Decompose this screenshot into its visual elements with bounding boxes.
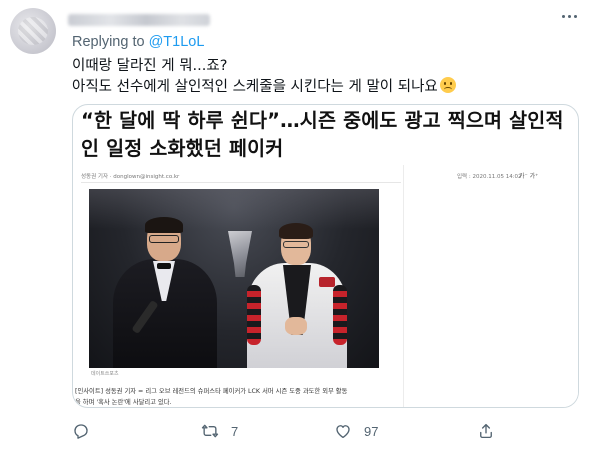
more-options-icon[interactable] [555, 6, 583, 26]
article-body-line-2: 을 하며 '혹사 논란'에 사달리고 있다. [75, 399, 172, 406]
tweet-actions: 7 97 [72, 420, 512, 442]
person-left-figure [109, 217, 219, 368]
like-button[interactable]: 97 [334, 420, 378, 442]
blurred-author-name[interactable] [68, 14, 210, 26]
reply-icon [74, 424, 88, 439]
article-divider [81, 182, 401, 183]
reply-button[interactable] [72, 420, 102, 442]
article-date: 입력 : 2020.11.05 14:02 [457, 174, 522, 180]
person-right-figure [239, 223, 359, 368]
photo-caption: 데이트쓰포츠 [91, 371, 119, 377]
heart-icon [336, 425, 350, 439]
article-photo [89, 189, 379, 368]
replying-to: Replying to @T1LoL [72, 34, 204, 50]
replying-prefix: Replying to [72, 34, 145, 50]
article-headline: “한 달에 딱 하루 쉰다”…시즌 중에도 광고 찍으며 살인적인 일정 소화했… [81, 109, 564, 160]
retweet-count: 7 [231, 423, 239, 439]
article-byline: 성동권 기자 · donglown@insight.co.kr [81, 174, 180, 180]
tweet-text-line-1: 이때랑 달라진 게 뭐...죠? [72, 58, 228, 74]
tweet-text-line-2: 아직도 선수에게 살인적인 스케줄을 시킨다는 게 말이 되나요 [72, 75, 456, 96]
replying-handle-link[interactable]: @T1LoL [149, 34, 205, 50]
frowning-face-icon [439, 77, 456, 93]
font-size-controls: 가⁻ 가⁺ [519, 173, 539, 180]
article-sidebar [403, 165, 578, 407]
share-icon [480, 423, 492, 439]
retweet-icon [201, 424, 219, 438]
share-button[interactable] [477, 420, 495, 442]
tweet-text-line-2-text: 아직도 선수에게 살인적인 스케줄을 시킨다는 게 말이 되나요 [72, 79, 438, 95]
article-body-line-1: [인사이트] 성동권 기자 = 리그 오브 레전드의 슈퍼스타 페이커가 LCK… [75, 388, 348, 395]
like-count: 97 [364, 423, 379, 439]
news-image-card[interactable]: “한 달에 딱 하루 쉰다”…시즌 중에도 광고 찍으며 살인적인 일정 소화했… [72, 104, 579, 408]
retweet-button[interactable]: 7 [201, 420, 238, 442]
avatar[interactable] [10, 8, 56, 54]
